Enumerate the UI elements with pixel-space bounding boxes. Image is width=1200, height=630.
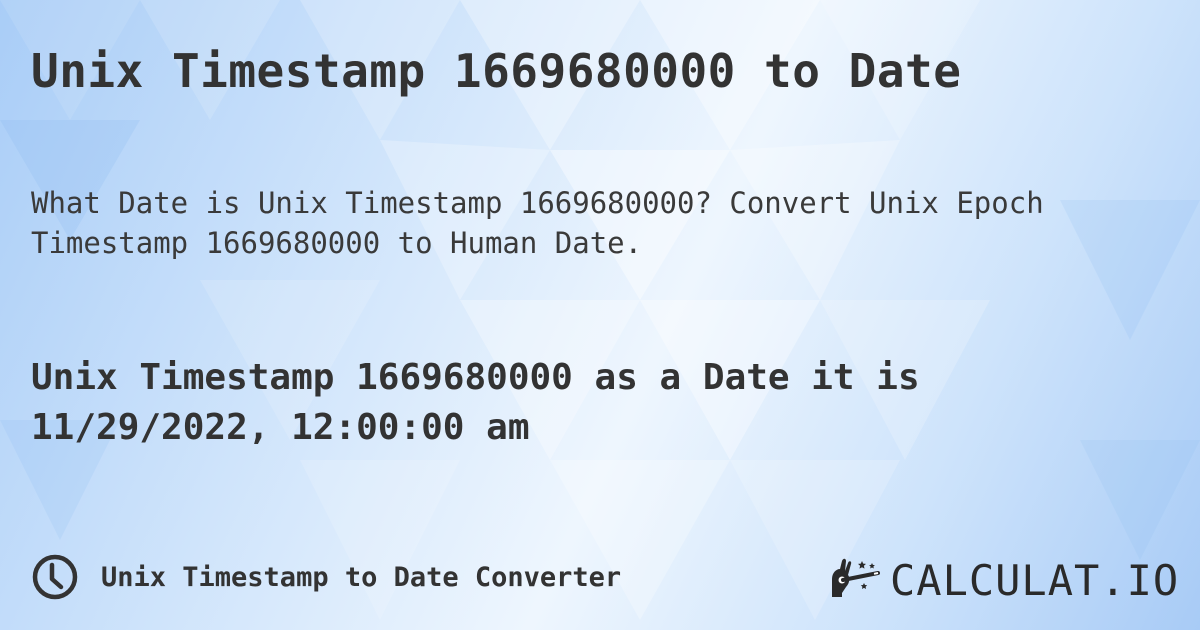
- clock-icon: [31, 553, 79, 601]
- brand-logo[interactable]: CALCULAT.IO: [828, 556, 1179, 605]
- page-title: Unix Timestamp 1669680000 to Date: [31, 44, 962, 98]
- converter-link[interactable]: Unix Timestamp to Date Converter: [31, 553, 621, 601]
- result-date: 11/29/2022, 12:00:00 am: [31, 407, 530, 448]
- converter-label: Unix Timestamp to Date Converter: [101, 561, 622, 593]
- social-card: Unix Timestamp 1669680000 to Date What D…: [0, 0, 1200, 630]
- brand-name: CALCULAT.IO: [890, 556, 1180, 605]
- page-description: What Date is Unix Timestamp 1669680000? …: [31, 186, 1044, 260]
- magic-wand-hand-icon: [828, 557, 882, 605]
- conversion-result: Unix Timestamp 1669680000 as a Date it i…: [31, 353, 1171, 453]
- result-line-1: Unix Timestamp 1669680000 as a Date it i…: [31, 357, 920, 398]
